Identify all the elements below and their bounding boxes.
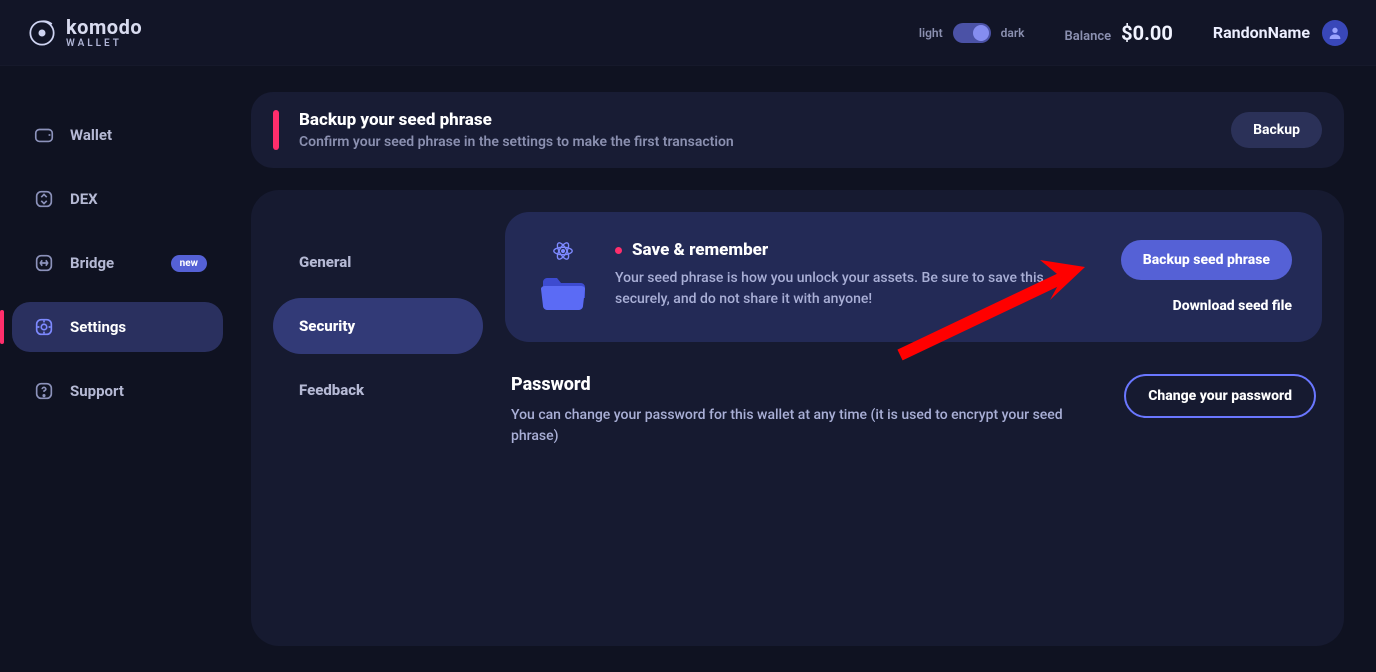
sidebar-item-label: Support [70, 382, 124, 400]
sidebar-item-label: Bridge [70, 254, 114, 272]
balance-display: Balance $0.00 [1065, 21, 1173, 45]
download-seed-file-link[interactable]: Download seed file [1173, 298, 1292, 314]
sidebar-item-wallet[interactable]: Wallet [12, 110, 223, 160]
sidebar: Wallet DEX Bridge new Settings Sup [0, 66, 235, 672]
password-section-description: You can change your password for this wa… [511, 405, 1071, 447]
seed-card-title: Save & remember [632, 240, 768, 260]
sidebar-item-bridge[interactable]: Bridge new [12, 238, 223, 288]
password-section: Password You can change your password fo… [505, 368, 1322, 453]
banner-accent-bar [273, 110, 279, 150]
theme-dark-label: dark [1001, 26, 1025, 40]
balance-label: Balance [1065, 29, 1112, 44]
swap-icon [32, 187, 56, 211]
tab-general[interactable]: General [273, 234, 483, 290]
brand-name: komodo [66, 17, 142, 37]
change-password-button[interactable]: Change your password [1124, 374, 1316, 418]
sidebar-item-label: Settings [70, 318, 126, 336]
theme-light-label: light [919, 26, 943, 40]
sidebar-item-label: DEX [70, 190, 98, 208]
settings-tab-list: General Security Feedback [273, 212, 483, 624]
banner-title: Backup your seed phrase [299, 110, 1211, 130]
tab-feedback[interactable]: Feedback [273, 362, 483, 418]
brand-subtitle: WALLET [66, 39, 142, 49]
user-menu[interactable]: RandonName [1213, 20, 1348, 46]
seed-card-description: Your seed phrase is how you unlock your … [615, 268, 1085, 310]
wallet-icon [32, 123, 56, 147]
backup-seed-phrase-button[interactable]: Backup seed phrase [1121, 240, 1292, 280]
new-badge: new [171, 255, 207, 272]
folder-icon [539, 274, 587, 312]
bridge-icon [32, 251, 56, 275]
atom-icon [552, 240, 574, 262]
tab-security[interactable]: Security [273, 298, 483, 354]
status-dot-icon [615, 247, 622, 254]
help-icon [32, 379, 56, 403]
theme-toggle[interactable] [953, 23, 991, 43]
seed-phrase-card: Save & remember Your seed phrase is how … [505, 212, 1322, 342]
password-section-title: Password [511, 374, 1094, 395]
app-header: komodo WALLET light dark Balance $0.00 R… [0, 0, 1376, 66]
sidebar-item-support[interactable]: Support [12, 366, 223, 416]
gear-icon [32, 315, 56, 339]
sidebar-item-label: Wallet [70, 126, 112, 144]
settings-panel: General Security Feedback [251, 190, 1344, 646]
user-avatar-icon [1322, 20, 1348, 46]
user-name: RandonName [1213, 23, 1310, 42]
komodo-logo-icon [28, 19, 56, 47]
banner-subtitle: Confirm your seed phrase in the settings… [299, 134, 1211, 150]
banner-backup-button[interactable]: Backup [1231, 112, 1322, 148]
theme-toggle-group: light dark [919, 23, 1025, 43]
main-content: Backup your seed phrase Confirm your see… [235, 66, 1376, 672]
backup-banner: Backup your seed phrase Confirm your see… [251, 92, 1344, 168]
sidebar-item-settings[interactable]: Settings [12, 302, 223, 352]
balance-value: $0.00 [1121, 21, 1173, 45]
sidebar-item-dex[interactable]: DEX [12, 174, 223, 224]
brand-logo: komodo WALLET [28, 17, 142, 49]
